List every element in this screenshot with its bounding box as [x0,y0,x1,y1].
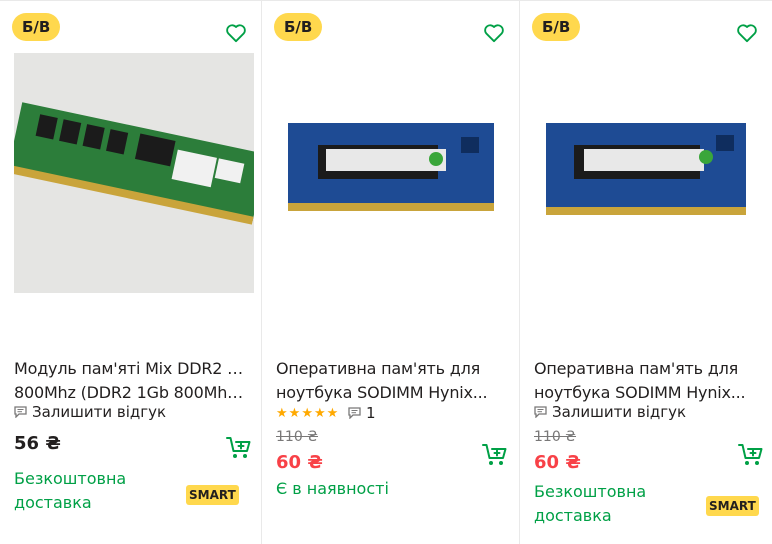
star-icon: ★ [313,406,326,421]
free-delivery: Безкоштовна доставка [14,469,127,512]
heart-icon[interactable] [483,23,505,43]
comment-icon [534,406,547,418]
price: 56 ₴ [14,433,61,454]
product-grid: Б/В Модуль пам'яті Mix DDR2 1Gb 800Mhz (… [0,0,772,544]
product-title[interactable]: Оперативна пам'ять для ноутбука SODIMM H… [534,357,766,405]
rating-stars[interactable]: ★ ★ ★ ★ ★ [276,407,338,420]
cart-icon[interactable] [738,443,764,467]
heart-icon[interactable] [736,23,758,43]
old-price: 110 ₴ [534,429,577,445]
star-icon: ★ [301,406,313,421]
star-icon: ★ [326,406,339,421]
sale-price: 60 ₴ [276,452,323,473]
used-badge: Б/В [12,13,61,41]
used-badge: Б/В [532,13,581,41]
comment-icon [348,407,361,419]
product-card[interactable]: Б/В Оперативна пам'ять для ноутбука SODI… [262,0,520,544]
comment-icon [14,406,27,418]
product-title[interactable]: Оперативна пам'ять для ноутбука SODIMM H… [276,357,508,405]
free-delivery: Безкоштовна доставка [534,482,647,525]
sale-price: 60 ₴ [534,452,581,473]
old-price: 110 ₴ [276,429,319,445]
leave-review-link[interactable]: Залишити відгук [14,403,166,421]
cart-icon[interactable] [226,436,252,460]
product-image[interactable] [14,53,254,293]
used-badge: Б/В [274,13,323,41]
smart-logo: SMART [706,496,759,516]
heart-icon[interactable] [225,23,247,43]
cart-icon[interactable] [482,443,508,467]
leave-review-link[interactable]: Залишити відгук [534,403,686,421]
product-image[interactable] [276,53,506,293]
product-card[interactable]: Б/В Оперативна пам'ять для ноутбука SODI… [520,0,772,544]
star-icon: ★ [288,406,301,421]
in-stock-status: Є в наявності [276,479,389,498]
star-icon: ★ [276,406,288,421]
product-image[interactable] [534,53,764,293]
review-count-link[interactable]: 1 [348,404,376,422]
product-card[interactable]: Б/В Модуль пам'яті Mix DDR2 1Gb 800Mhz (… [0,0,262,544]
smart-logo: SMART [186,485,239,505]
product-title[interactable]: Модуль пам'яті Mix DDR2 1Gb 800Mhz (DDR2… [14,357,246,405]
